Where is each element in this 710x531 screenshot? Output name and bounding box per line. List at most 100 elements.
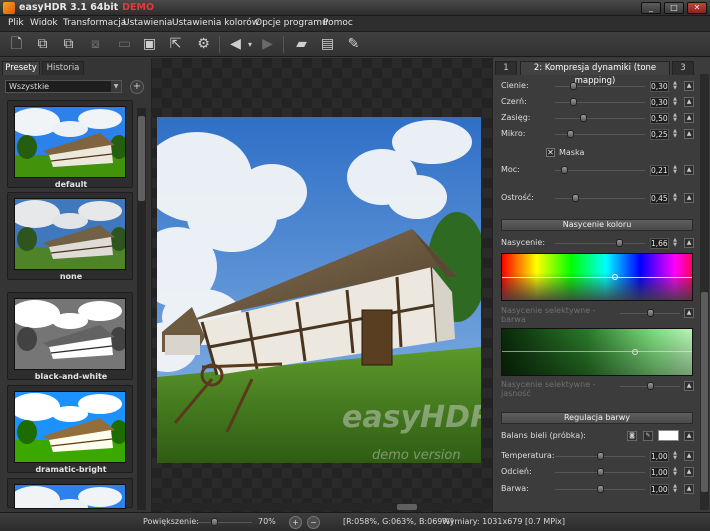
- tab-step-2[interactable]: 2: Kompresja dynamiki (tone mapping): [520, 61, 670, 86]
- export-icon[interactable]: ⇱: [166, 35, 185, 54]
- tab-presets[interactable]: Presety: [2, 61, 40, 75]
- power-slider-track[interactable]: [555, 170, 645, 171]
- saturation-slider-knob[interactable]: [615, 239, 623, 247]
- tone-2-value[interactable]: 0,50: [650, 113, 669, 124]
- preset-dramatic-bright[interactable]: dramatic-bright: [7, 385, 133, 474]
- hdr-image[interactable]: easyHDR demo version: [157, 117, 481, 463]
- tab-step-1[interactable]: 1: [495, 61, 517, 75]
- color-2-value[interactable]: 1,00: [650, 484, 669, 495]
- maximize-button[interactable]: □: [664, 2, 684, 14]
- tone-0-value[interactable]: 0,30: [650, 81, 669, 92]
- power-reset-icon[interactable]: ▲: [684, 165, 694, 175]
- selective-hue-slider-knob[interactable]: [646, 309, 654, 317]
- save-as-icon[interactable]: ▣: [140, 35, 159, 54]
- saturation-slider-track[interactable]: [555, 243, 645, 244]
- color-1-slider-knob[interactable]: [596, 468, 604, 476]
- menu-color-settings[interactable]: Ustawienia kolorów: [172, 18, 259, 28]
- stack-icon[interactable]: ⧇: [86, 35, 105, 54]
- tone-1-reset-icon[interactable]: ▲: [684, 97, 694, 107]
- saturation-spinner-icon[interactable]: ▲ ▼: [671, 238, 679, 249]
- tone-3-reset-icon[interactable]: ▲: [684, 129, 694, 139]
- menu-settings[interactable]: Ustawienia: [123, 18, 172, 28]
- power-value[interactable]: 0,21: [650, 165, 669, 176]
- zoom-in-icon[interactable]: +: [289, 516, 302, 529]
- forward-icon[interactable]: ▶: [258, 35, 277, 54]
- preset-black-and-white[interactable]: black-and-white: [7, 292, 133, 381]
- selective-lum-reset-icon[interactable]: ▲: [684, 381, 694, 391]
- tone-2-spinner-icon[interactable]: ▲ ▼: [671, 113, 679, 124]
- color-1-reset-icon[interactable]: ▲: [684, 467, 694, 477]
- sharpness-slider-knob[interactable]: [571, 194, 579, 202]
- sharpness-slider-track[interactable]: [555, 198, 645, 199]
- open-folder-icon[interactable]: ▰: [292, 35, 311, 54]
- scroll-thumb[interactable]: [397, 504, 417, 510]
- color-0-reset-icon[interactable]: ▲: [684, 451, 694, 461]
- menu-transform[interactable]: Transformacja: [63, 18, 126, 28]
- color-2-reset-icon[interactable]: ▲: [684, 484, 694, 494]
- tone-2-reset-icon[interactable]: ▲: [684, 113, 694, 123]
- preset-default[interactable]: default: [7, 100, 133, 189]
- color-0-value[interactable]: 1,00: [650, 451, 669, 462]
- add-preset-button[interactable]: +: [130, 80, 144, 94]
- preset-partial[interactable]: [7, 478, 133, 509]
- tone-1-spinner-icon[interactable]: ▲ ▼: [671, 97, 679, 108]
- save-settings-icon[interactable]: ▤: [318, 35, 337, 54]
- save-icon[interactable]: ▭: [115, 35, 134, 54]
- tone-0-slider-track[interactable]: [555, 86, 645, 87]
- tone-0-spinner-icon[interactable]: ▲ ▼: [671, 81, 679, 92]
- scroll-thumb[interactable]: [138, 116, 145, 201]
- back-dropdown-icon[interactable]: ▾: [245, 35, 255, 54]
- selective-lum-slider-knob[interactable]: [646, 382, 654, 390]
- tab-history[interactable]: Historia: [42, 61, 84, 75]
- zoom-out-icon[interactable]: −: [307, 516, 320, 529]
- reset-icon[interactable]: ▲: [684, 431, 694, 441]
- color-0-spinner-icon[interactable]: ▲ ▼: [671, 451, 679, 462]
- minimize-button[interactable]: _: [641, 2, 661, 14]
- color-0-slider-knob[interactable]: [596, 452, 604, 460]
- batch-icon[interactable]: ⧉: [33, 35, 52, 54]
- zoom-slider-track[interactable]: [196, 522, 252, 523]
- hue-curve-editor[interactable]: [501, 253, 693, 301]
- tone-0-reset-icon[interactable]: ▲: [684, 81, 694, 91]
- saturation-reset-icon[interactable]: ▲: [684, 238, 694, 248]
- zoom-slider-knob[interactable]: [210, 518, 218, 526]
- scroll-thumb[interactable]: [701, 292, 708, 492]
- preset-scrollbar[interactable]: [137, 108, 146, 510]
- panel-scrollbar[interactable]: [700, 74, 709, 510]
- color-1-spinner-icon[interactable]: ▲ ▼: [671, 467, 679, 478]
- sharpness-value[interactable]: 0,45: [650, 193, 669, 204]
- eyedropper-icon[interactable]: ✎: [643, 431, 653, 441]
- camera-icon[interactable]: ◙: [627, 431, 637, 441]
- canvas-hscrollbar[interactable]: [152, 503, 492, 511]
- sharpness-spinner-icon[interactable]: ▲ ▼: [671, 193, 679, 204]
- color-2-slider-knob[interactable]: [596, 485, 604, 493]
- tone-3-value[interactable]: 0,25: [650, 129, 669, 140]
- luminance-curve-editor[interactable]: [501, 328, 693, 376]
- power-slider-knob[interactable]: [560, 166, 568, 174]
- sharpness-reset-icon[interactable]: ▲: [684, 193, 694, 203]
- mask-checkbox[interactable]: ✕: [546, 148, 555, 157]
- new-file-icon[interactable]: 🗋: [7, 35, 26, 54]
- stamp-icon[interactable]: ✎: [344, 35, 363, 54]
- power-spinner-icon[interactable]: ▲ ▼: [671, 165, 679, 176]
- color-1-value[interactable]: 1,00: [650, 467, 669, 478]
- tone-1-value[interactable]: 0,30: [650, 97, 669, 108]
- tone-2-slider-knob[interactable]: [579, 114, 587, 122]
- menu-help[interactable]: Pomoc: [323, 18, 353, 28]
- color-2-spinner-icon[interactable]: ▲ ▼: [671, 484, 679, 495]
- back-icon[interactable]: ◀: [226, 35, 245, 54]
- tone-0-slider-knob[interactable]: [569, 82, 577, 90]
- tab-step-3[interactable]: 3: [672, 61, 694, 75]
- menu-options[interactable]: Opcje programu: [255, 18, 328, 28]
- close-button[interactable]: ✕: [687, 2, 707, 14]
- batch-settings-icon[interactable]: ⧉: [59, 35, 78, 54]
- preset-none[interactable]: none: [7, 192, 133, 281]
- selective-hue-reset-icon[interactable]: ▲: [684, 308, 694, 318]
- preset-filter-select[interactable]: Wszystkie ▼: [5, 80, 122, 93]
- settings-gear-icon[interactable]: ⚙: [194, 35, 213, 54]
- saturation-value[interactable]: 1,66: [650, 238, 669, 249]
- tone-3-slider-knob[interactable]: [567, 130, 575, 138]
- tone-3-spinner-icon[interactable]: ▲ ▼: [671, 129, 679, 140]
- tone-1-slider-knob[interactable]: [569, 98, 577, 106]
- tone-1-slider-track[interactable]: [555, 102, 645, 103]
